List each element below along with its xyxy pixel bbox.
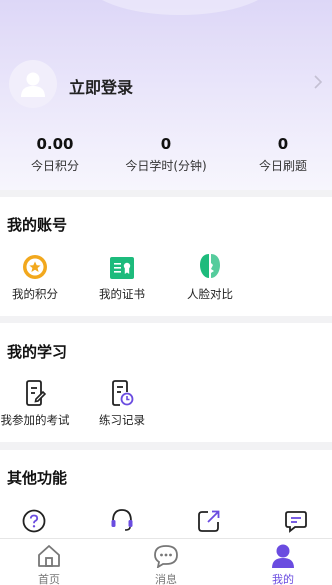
account-item-face-compare[interactable]: 人脸对比 bbox=[168, 252, 252, 302]
stat-label: 今日刷题 bbox=[258, 159, 307, 173]
account-item-points[interactable]: 我的积分 bbox=[0, 252, 77, 302]
chevron-right-icon[interactable] bbox=[313, 74, 323, 90]
section-title: 我的学习 bbox=[7, 343, 68, 361]
stat-study-time: 0 今日学时(分钟) bbox=[111, 134, 221, 174]
stat-value: 0.00 bbox=[36, 135, 74, 153]
other-item-feedback[interactable] bbox=[254, 505, 332, 533]
account-section: 我的账号 我的积分 我的证书 人脸对比 bbox=[0, 197, 332, 316]
help-icon bbox=[22, 509, 46, 533]
other-item-share[interactable] bbox=[167, 505, 251, 533]
study-item-exams[interactable]: 我参加的考试 bbox=[0, 378, 77, 428]
bottom-tab-bar: 首页 消息 我的 bbox=[0, 538, 332, 585]
tab-label: 首页 bbox=[38, 573, 60, 585]
default-avatar-icon bbox=[21, 72, 45, 97]
tab-home[interactable]: 首页 bbox=[0, 543, 104, 585]
exam-icon bbox=[26, 380, 46, 406]
home-icon bbox=[38, 545, 60, 567]
stat-label: 今日积分 bbox=[30, 159, 79, 173]
other-item-help[interactable] bbox=[0, 505, 76, 533]
certificate-icon bbox=[110, 257, 134, 279]
account-item-certificate[interactable]: 我的证书 bbox=[80, 252, 164, 302]
stat-points: 0.00 今日积分 bbox=[0, 134, 110, 174]
stat-value: 0 bbox=[160, 135, 172, 153]
tab-label: 消息 bbox=[155, 573, 177, 585]
face-compare-icon bbox=[200, 254, 220, 278]
account-item-label: 我的证书 bbox=[99, 287, 145, 301]
message-icon bbox=[154, 545, 178, 568]
other-section: 其他功能 bbox=[0, 450, 332, 538]
tab-profile[interactable]: 我的 bbox=[228, 543, 332, 585]
login-link[interactable]: 立即登录 bbox=[69, 74, 133, 98]
tab-messages[interactable]: 消息 bbox=[111, 543, 221, 585]
study-item-practice[interactable]: 练习记录 bbox=[80, 378, 164, 428]
study-item-label: 练习记录 bbox=[99, 413, 145, 427]
points-coin-icon bbox=[23, 255, 47, 279]
other-item-service[interactable] bbox=[80, 505, 164, 533]
profile-header: 立即登录 0.00 今日积分 0 今日学时(分钟) 0 今日刷题 bbox=[0, 0, 332, 190]
profile-icon bbox=[272, 544, 294, 568]
stat-value: 0 bbox=[277, 135, 289, 153]
section-title: 其他功能 bbox=[7, 469, 68, 487]
study-item-label: 我参加的考试 bbox=[0, 413, 70, 427]
section-title: 我的账号 bbox=[7, 216, 68, 234]
header-decoration bbox=[85, 0, 275, 15]
share-icon bbox=[198, 510, 220, 532]
customer-service-icon bbox=[111, 509, 133, 531]
study-section: 我的学习 我参加的考试 练习记录 bbox=[0, 323, 332, 442]
stat-questions: 0 今日刷题 bbox=[228, 134, 332, 174]
account-item-label: 人脸对比 bbox=[187, 287, 233, 301]
feedback-icon bbox=[285, 511, 307, 533]
tab-label: 我的 bbox=[272, 573, 294, 585]
stat-label: 今日学时(分钟) bbox=[125, 159, 207, 173]
practice-record-icon bbox=[112, 380, 134, 406]
today-stats: 0.00 今日积分 0 今日学时(分钟) 0 今日刷题 bbox=[0, 134, 332, 180]
avatar[interactable] bbox=[9, 60, 57, 108]
account-item-label: 我的积分 bbox=[12, 287, 58, 301]
